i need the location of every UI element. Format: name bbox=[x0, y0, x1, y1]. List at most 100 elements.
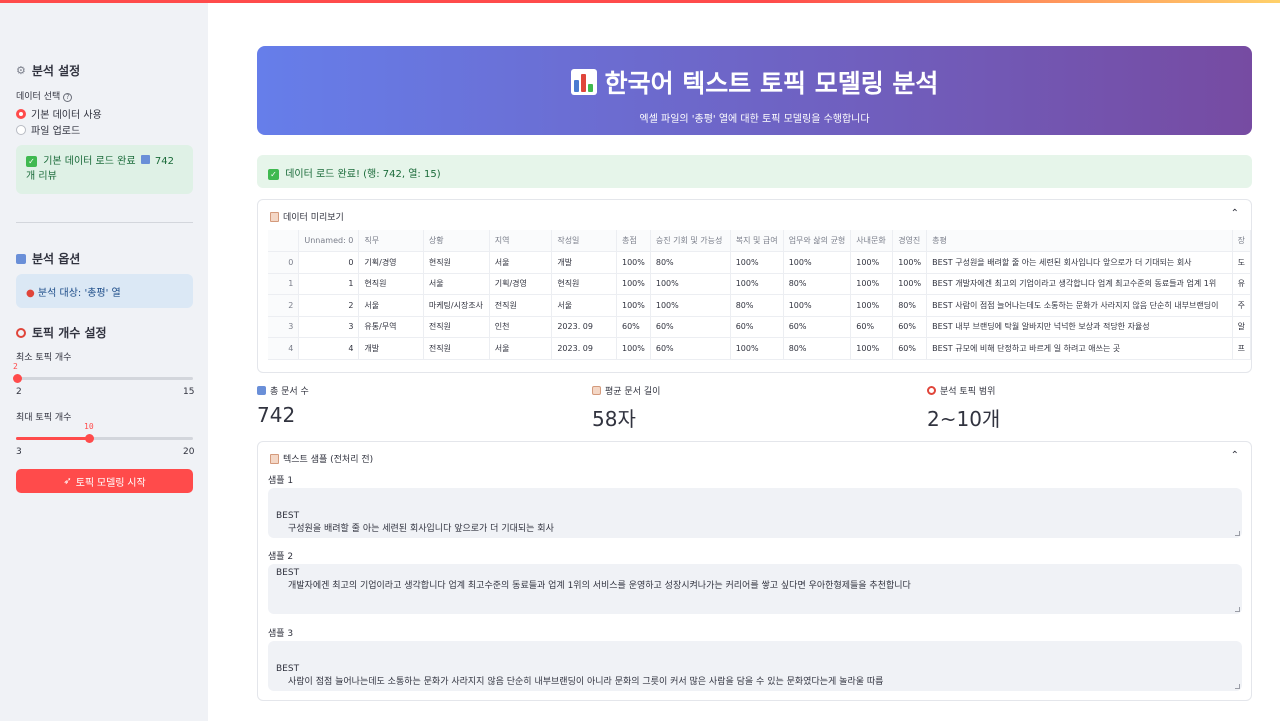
table-cell[interactable]: 60% bbox=[730, 316, 784, 338]
table-cell[interactable]: 마케팅/시장조사 bbox=[423, 294, 490, 317]
table-cell[interactable]: 기획/경영 bbox=[489, 273, 553, 295]
table-cell[interactable]: 전직원 bbox=[423, 316, 490, 338]
table-cell[interactable]: 주 bbox=[1232, 294, 1252, 317]
column-header[interactable]: 경영진 bbox=[892, 230, 928, 252]
column-header[interactable]: 상황 bbox=[423, 230, 490, 252]
column-header[interactable]: 장 bbox=[1232, 230, 1252, 252]
table-cell[interactable]: 도 bbox=[1232, 251, 1252, 274]
table-row[interactable]: 2 2 서울 마케팅/시장조사 전직원 서울 100% 100% 80% 100% 100% 80% B… bbox=[268, 294, 1252, 317]
table-cell[interactable]: 100% bbox=[783, 294, 852, 317]
table-cell[interactable]: 100% bbox=[783, 251, 852, 274]
column-header[interactable]: 지역 bbox=[489, 230, 553, 252]
table-row[interactable]: 3 3 유통/무역 전직원 인천 2023. 09 60% 60% 60% 60% 60% 60% BE… bbox=[268, 316, 1252, 338]
table-cell[interactable]: 80% bbox=[783, 337, 852, 360]
column-header[interactable]: 승진 기회 및 가능성 bbox=[650, 230, 731, 252]
table-cell[interactable]: 60% bbox=[892, 337, 928, 360]
data-preview-table[interactable]: Unnamed: 0 직무 상황 지역 작성일 총점 승진 기회 및 가능성 복… bbox=[268, 230, 1252, 360]
column-header[interactable] bbox=[268, 230, 300, 252]
max-topic-slider[interactable] bbox=[16, 434, 193, 443]
table-cell[interactable]: 100% bbox=[650, 294, 731, 317]
table-cell[interactable]: BEST 구성원을 배려할 줄 아는 세련된 회사입니다 앞으로가 더 기대되는… bbox=[926, 251, 1233, 274]
table-cell[interactable]: 100% bbox=[616, 273, 651, 295]
slider-handle[interactable] bbox=[13, 374, 22, 383]
table-row[interactable]: 4 4 개발 전직원 서울 2023. 09 100% 60% 100% 80% 100% 60% BE… bbox=[268, 337, 1252, 360]
table-cell[interactable]: 개발 bbox=[551, 251, 617, 274]
column-header[interactable]: Unnamed: 0 bbox=[298, 230, 360, 252]
column-header[interactable]: 작성일 bbox=[551, 230, 617, 252]
table-cell[interactable]: 2023. 09 bbox=[551, 337, 617, 360]
data-preview-expander[interactable]: 데이터 미리보기 ⌃ Unnamed: 0 직무 상황 지역 작성일 총점 승진… bbox=[257, 199, 1252, 373]
table-cell[interactable]: 100% bbox=[616, 294, 651, 317]
table-cell[interactable]: 현직원 bbox=[551, 273, 617, 295]
table-cell[interactable]: BEST 내부 브랜딩에 탁월 알바지만 넉넉한 보상과 적당한 자율성 bbox=[926, 316, 1233, 338]
help-icon[interactable]: ? bbox=[63, 93, 73, 102]
table-cell[interactable]: 100% bbox=[616, 251, 651, 274]
table-cell[interactable]: 4 bbox=[298, 337, 360, 360]
row-index-cell[interactable]: 0 bbox=[268, 251, 300, 274]
table-cell[interactable]: 100% bbox=[850, 273, 894, 295]
table-cell[interactable]: BEST 개발자에겐 최고의 기업이라고 생각합니다 업계 최고수준의 동료들과… bbox=[926, 273, 1233, 295]
table-cell[interactable]: 0 bbox=[298, 251, 360, 274]
table-cell[interactable]: 80% bbox=[730, 294, 784, 317]
table-cell[interactable]: 서울 bbox=[358, 294, 424, 317]
table-cell[interactable]: 2023. 09 bbox=[551, 316, 617, 338]
row-index-cell[interactable]: 1 bbox=[268, 273, 300, 295]
sample-textarea[interactable]: BEST 개발자에겐 최고의 기업이라고 생각합니다 업계 최고수준의 동료들과… bbox=[268, 564, 1242, 614]
min-topic-slider[interactable] bbox=[13, 374, 193, 383]
radio-selected-icon[interactable] bbox=[16, 108, 26, 119]
table-cell[interactable]: 현직원 bbox=[423, 251, 490, 274]
row-index-cell[interactable]: 4 bbox=[268, 337, 300, 360]
table-cell[interactable]: 기획/경영 bbox=[358, 251, 424, 274]
resize-handle-icon[interactable] bbox=[1235, 684, 1240, 689]
table-cell[interactable]: 100% bbox=[616, 337, 651, 360]
table-cell[interactable]: 서울 bbox=[489, 337, 553, 360]
table-cell[interactable]: 서울 bbox=[489, 251, 553, 274]
table-cell[interactable]: 100% bbox=[850, 251, 894, 274]
row-index-cell[interactable]: 2 bbox=[268, 294, 300, 317]
column-header[interactable]: 복지 및 급여 bbox=[730, 230, 784, 252]
table-cell[interactable]: 100% bbox=[730, 273, 784, 295]
resize-handle-icon[interactable] bbox=[1235, 607, 1240, 612]
sample-textarea[interactable]: BEST 사람이 점점 늘어나는데도 소통하는 문화가 사라지지 않음 단순히 … bbox=[268, 641, 1242, 691]
chevron-up-icon[interactable]: ⌃ bbox=[1231, 208, 1239, 219]
chevron-up-icon[interactable]: ⌃ bbox=[1231, 450, 1239, 461]
table-cell[interactable]: 전직원 bbox=[423, 337, 490, 360]
column-header[interactable]: 업무와 삶의 균형 bbox=[783, 230, 852, 252]
table-cell[interactable]: 서울 bbox=[551, 294, 617, 317]
column-header[interactable]: 사내문화 bbox=[850, 230, 894, 252]
table-cell[interactable]: 60% bbox=[783, 316, 852, 338]
table-cell[interactable]: 1 bbox=[298, 273, 360, 295]
table-cell[interactable]: 100% bbox=[892, 273, 928, 295]
sample-textarea[interactable]: BEST 구성원을 배려할 줄 아는 세련된 회사입니다 앞으로가 더 기대되는… bbox=[268, 488, 1242, 538]
slider-handle[interactable] bbox=[85, 434, 94, 443]
table-cell[interactable]: 프 bbox=[1232, 337, 1252, 360]
table-cell[interactable]: 100% bbox=[850, 294, 894, 317]
table-cell[interactable]: 100% bbox=[730, 337, 784, 360]
table-cell[interactable]: 알 bbox=[1232, 316, 1252, 338]
table-cell[interactable]: 60% bbox=[650, 316, 731, 338]
table-cell[interactable]: 100% bbox=[850, 337, 894, 360]
table-cell[interactable]: 개발 bbox=[358, 337, 424, 360]
text-samples-header[interactable]: 텍스트 샘플 (전처리 전) bbox=[270, 452, 373, 465]
column-header[interactable]: 총점 bbox=[616, 230, 651, 252]
data-preview-header[interactable]: 데이터 미리보기 bbox=[270, 210, 344, 223]
radio-file-upload[interactable]: 파일 업로드 bbox=[16, 122, 80, 137]
table-cell[interactable]: 서울 bbox=[423, 273, 490, 295]
table-cell[interactable]: 100% bbox=[730, 251, 784, 274]
table-row[interactable]: 1 1 현직원 서울 기획/경영 현직원 100% 100% 100% 80% 100% 100% BE… bbox=[268, 273, 1252, 295]
start-topic-modeling-button[interactable]: ➶ 토픽 모델링 시작 bbox=[16, 469, 193, 493]
table-cell[interactable]: 100% bbox=[650, 273, 731, 295]
text-samples-expander[interactable]: 텍스트 샘플 (전처리 전) ⌃ 샘플 1 BEST 구성원을 배려할 줄 아는… bbox=[257, 441, 1252, 701]
table-cell[interactable]: 60% bbox=[850, 316, 894, 338]
table-cell[interactable]: BEST 사람이 점점 늘어나는데도 소통하는 문화가 사라지지 않음 단순히 … bbox=[926, 294, 1233, 317]
table-cell[interactable]: 현직원 bbox=[358, 273, 424, 295]
radio-default-data[interactable]: 기본 데이터 사용 bbox=[16, 106, 102, 121]
table-cell[interactable]: 80% bbox=[650, 251, 731, 274]
table-cell[interactable]: 100% bbox=[892, 251, 928, 274]
table-row[interactable]: 0 0 기획/경영 현직원 서울 개발 100% 80% 100% 100% 100% 100% BES… bbox=[268, 251, 1252, 274]
table-cell[interactable]: 60% bbox=[616, 316, 651, 338]
table-cell[interactable]: 전직원 bbox=[489, 294, 553, 317]
resize-handle-icon[interactable] bbox=[1235, 531, 1240, 536]
table-cell[interactable]: 유 bbox=[1232, 273, 1252, 295]
table-cell[interactable]: 유통/무역 bbox=[358, 316, 424, 338]
